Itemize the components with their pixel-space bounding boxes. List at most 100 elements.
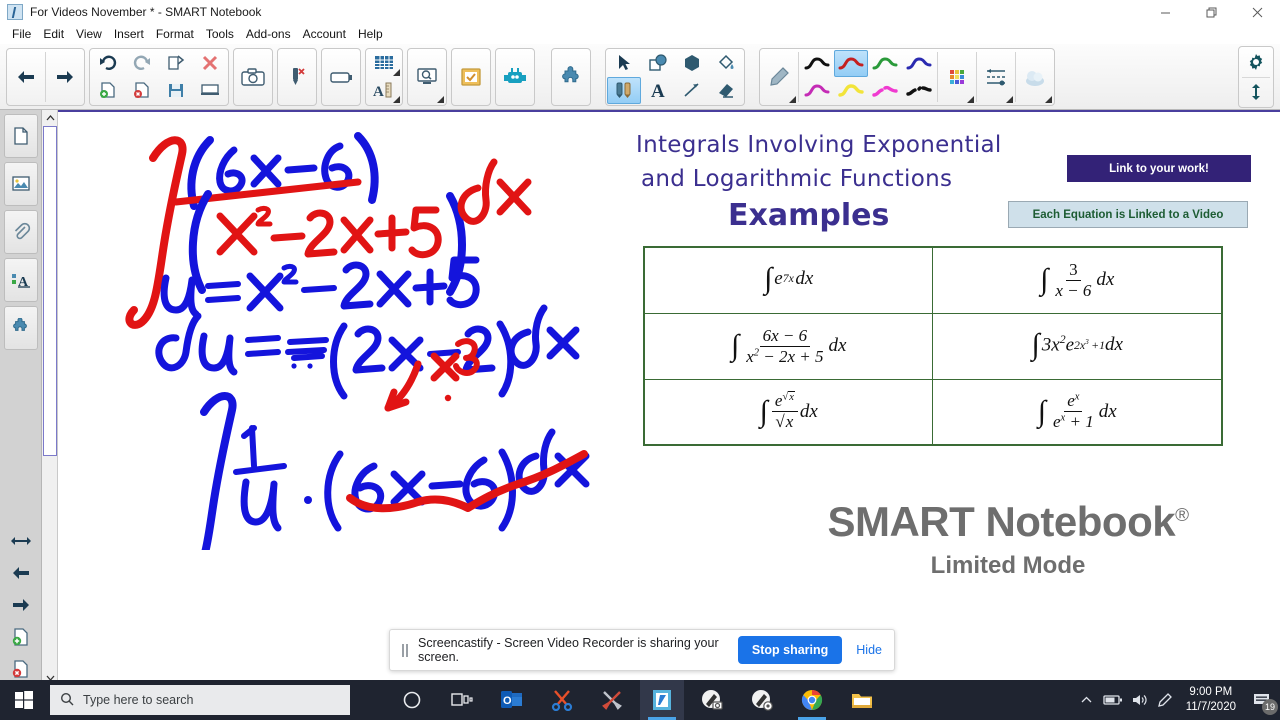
open-icon[interactable] <box>159 50 193 77</box>
text-icon[interactable]: A <box>641 77 675 104</box>
menu-add-ons[interactable]: Add-ons <box>240 25 297 43</box>
yellow-highlighter-icon[interactable] <box>834 77 868 104</box>
taskbar-outlook[interactable]: O <box>490 680 534 720</box>
hide-button[interactable]: Hide <box>856 643 882 657</box>
sidebar-item-attachments[interactable] <box>3 210 38 254</box>
magnifier-icon[interactable] <box>409 50 445 104</box>
pens-icon[interactable] <box>607 76 641 104</box>
smart-response-icon[interactable] <box>453 50 489 104</box>
screen-capture-icon[interactable] <box>235 50 271 104</box>
chevron-up-icon[interactable] <box>1074 680 1100 720</box>
screen-shade-icon[interactable] <box>323 50 359 104</box>
table-icon[interactable] <box>367 50 401 77</box>
green-pen-icon[interactable] <box>868 50 902 77</box>
taskbar-ink-capture[interactable] <box>690 680 734 720</box>
measurement-tools-icon[interactable]: A <box>367 77 401 104</box>
equation-cell-1[interactable]: ∫ e 7x dx <box>643 246 934 314</box>
eraser-icon[interactable] <box>709 77 743 104</box>
restore-icon[interactable] <box>1188 0 1234 24</box>
settings-gear-icon[interactable] <box>1239 47 1273 77</box>
undo-icon[interactable] <box>91 50 125 77</box>
menu-view[interactable]: View <box>70 25 108 43</box>
equation-cell-3[interactable]: ∫ 6x − 6 x2 − 2x + 5 dx <box>643 312 934 380</box>
color-palette-icon[interactable] <box>939 50 975 104</box>
save-icon[interactable] <box>159 77 193 104</box>
screen-sharing-bar: Screencastify - Screen Video Recorder is… <box>389 629 895 671</box>
battery-icon[interactable] <box>1100 680 1126 720</box>
fill-icon[interactable] <box>709 50 743 77</box>
add-ons-icon[interactable] <box>553 50 589 104</box>
blue-pen-icon[interactable] <box>902 50 936 77</box>
taskbar-file-explorer[interactable] <box>840 680 884 720</box>
taskbar-chrome[interactable] <box>790 680 834 720</box>
add-page-sidebar-icon[interactable] <box>4 621 38 653</box>
menu-help[interactable]: Help <box>352 25 389 43</box>
delete-icon[interactable] <box>193 50 227 77</box>
toolbar-group-navigation <box>6 47 85 106</box>
taskbar-ink-settings[interactable] <box>740 680 784 720</box>
notebook-canvas[interactable]: Integrals Involving Exponential and Loga… <box>58 110 1280 685</box>
transparency-icon[interactable] <box>1017 50 1053 104</box>
full-screen-icon[interactable] <box>193 77 227 104</box>
canvas-scrollbar[interactable] <box>42 110 58 685</box>
pen-type-icon[interactable] <box>761 50 797 104</box>
speaker-icon[interactable] <box>1126 680 1152 720</box>
redo-icon[interactable] <box>125 50 159 77</box>
sidebar-item-gallery[interactable] <box>3 162 38 206</box>
shapes-icon[interactable] <box>641 50 675 77</box>
add-page-icon[interactable] <box>91 77 125 104</box>
menu-format[interactable]: Format <box>150 25 200 43</box>
equation-cell-2[interactable]: ∫ 3 x − 6 dx <box>932 246 1223 314</box>
equation-cell-6[interactable]: ∫ ex ex + 1 dx <box>932 378 1223 446</box>
sidebar-item-page-sorter[interactable] <box>3 114 38 158</box>
red-pen-icon[interactable] <box>834 49 868 77</box>
previous-page-nav-icon[interactable] <box>4 557 38 589</box>
regular-polygons-icon[interactable] <box>675 50 709 77</box>
taskbar-tools[interactable] <box>590 680 634 720</box>
scrollbar-thumb[interactable] <box>43 126 57 456</box>
next-page-nav-icon[interactable] <box>4 589 38 621</box>
pause-icon[interactable] <box>402 643 408 657</box>
pink-creative-pen-icon[interactable] <box>868 77 902 104</box>
taskbar-clock[interactable]: 9:00 PM 11/7/2020 <box>1178 685 1244 715</box>
windows-start-icon[interactable] <box>0 680 48 720</box>
equation-cell-4[interactable]: ∫ 3x2e 2x3 +1 dx <box>932 312 1223 380</box>
sidebar-item-properties[interactable]: A <box>3 258 38 302</box>
taskbar-snipping-tool[interactable] <box>540 680 584 720</box>
equation-cell-5[interactable]: ∫ e√x √x dx <box>643 378 934 446</box>
taskbar-task-view[interactable] <box>440 680 484 720</box>
menu-insert[interactable]: Insert <box>108 25 150 43</box>
delete-page-icon[interactable] <box>125 77 159 104</box>
move-toolbar-icon[interactable] <box>1239 78 1273 108</box>
slide-subtitle: Examples <box>728 198 890 233</box>
magenta-pen-icon[interactable] <box>800 77 834 104</box>
menu-file[interactable]: File <box>6 25 37 43</box>
link-to-your-work-button[interactable]: Link to your work! <box>1067 155 1251 182</box>
auto-hide-icon[interactable] <box>4 525 38 557</box>
menu-tools[interactable]: Tools <box>200 25 240 43</box>
toolbar-group-clear-ink <box>277 47 317 106</box>
toolbar-group-screen-shade <box>321 47 361 106</box>
menu-edit[interactable]: Edit <box>37 25 70 43</box>
lab-activity-icon[interactable] <box>497 50 533 104</box>
next-page-icon[interactable] <box>47 50 83 104</box>
taskbar-cortana[interactable] <box>390 680 434 720</box>
notification-center-button[interactable]: 19 <box>1244 680 1280 720</box>
search-input[interactable]: Type here to search <box>50 685 350 715</box>
minimize-icon[interactable] <box>1142 0 1188 24</box>
sidebar-item-add-ons[interactable] <box>3 306 38 350</box>
menu-account[interactable]: Account <box>297 25 352 43</box>
puzzle-icon <box>12 318 27 331</box>
pen-icon[interactable] <box>1152 680 1178 720</box>
previous-page-icon[interactable] <box>8 50 44 104</box>
taskbar-smart-notebook[interactable] <box>640 680 684 720</box>
select-icon[interactable] <box>607 50 641 77</box>
black-pen-icon[interactable] <box>800 50 834 77</box>
stop-sharing-button[interactable]: Stop sharing <box>737 636 843 664</box>
line-properties-icon[interactable] <box>978 50 1014 104</box>
lines-icon[interactable] <box>675 77 709 104</box>
dashed-pen-icon[interactable] <box>902 77 936 104</box>
clear-ink-icon[interactable] <box>279 50 315 104</box>
close-icon[interactable] <box>1234 0 1280 24</box>
scroll-up-icon[interactable] <box>42 110 58 126</box>
